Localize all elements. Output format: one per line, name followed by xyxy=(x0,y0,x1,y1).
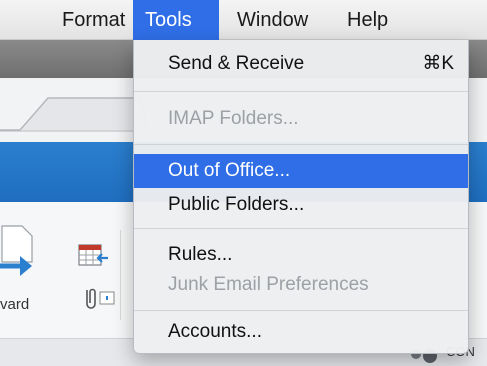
menu-tools[interactable]: Tools xyxy=(133,0,219,40)
menu-separator xyxy=(134,228,468,229)
keyboard-shortcut: ⌘K xyxy=(422,53,454,74)
menu-item-accounts[interactable]: Accounts... xyxy=(134,315,468,349)
menu-separator xyxy=(134,144,468,145)
calendar-icon[interactable] xyxy=(78,242,110,272)
menu-item-junk-email-preferences: Junk Email Preferences xyxy=(168,274,369,295)
menu-separator xyxy=(134,310,468,311)
menu-item-imap-folders: IMAP Folders... xyxy=(168,108,299,129)
tools-menu: Send & Receive ⌘K IMAP Folders... Out of… xyxy=(133,40,469,354)
menu-item-send-receive[interactable]: Send & Receive ⌘K xyxy=(134,47,468,81)
menu-separator xyxy=(134,91,468,92)
forward-label: vard xyxy=(0,296,30,313)
menu-item-public-folders[interactable]: Public Folders... xyxy=(134,188,468,222)
menu-bar: Format Tools Window Help xyxy=(0,0,487,40)
attachment-icon[interactable] xyxy=(80,286,116,314)
window-tab[interactable] xyxy=(0,90,150,136)
forward-icon[interactable] xyxy=(0,222,40,282)
menu-item-out-of-office[interactable]: Out of Office... xyxy=(134,154,468,188)
ribbon-separator xyxy=(120,230,121,320)
menu-format[interactable]: Format xyxy=(50,0,137,40)
menu-window[interactable]: Window xyxy=(225,0,320,40)
menu-item-label: Send & Receive xyxy=(168,53,305,74)
menu-item-rules[interactable]: Rules... xyxy=(134,238,468,272)
menu-help[interactable]: Help xyxy=(335,0,400,40)
